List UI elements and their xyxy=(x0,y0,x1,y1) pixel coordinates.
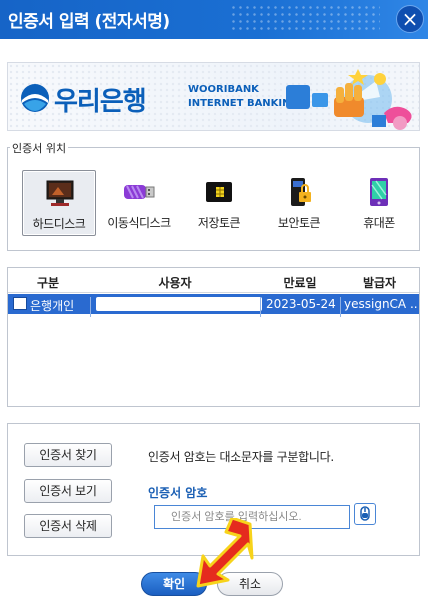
woori-logo-icon xyxy=(21,84,49,112)
title-bar: 인증서 입력 (전자서명) × xyxy=(0,0,428,39)
window-title: 인증서 입력 (전자서명) xyxy=(8,12,170,32)
media-label-hard-disk: 하드디스크 xyxy=(32,217,86,231)
media-mobile-phone[interactable]: 휴대폰 xyxy=(342,170,416,236)
usb-drive-icon xyxy=(124,185,155,199)
media-label-storage-token: 저장토큰 xyxy=(197,216,241,230)
token-chip-icon xyxy=(206,182,232,202)
col-header-type[interactable]: 구분 xyxy=(8,274,88,291)
pointer-arrow-icon xyxy=(196,518,254,588)
delete-cert-button[interactable]: 인증서 삭제 xyxy=(24,514,112,538)
media-label-removable-disk: 이동식디스크 xyxy=(107,216,171,230)
find-cert-button[interactable]: 인증서 찾기 xyxy=(24,443,112,467)
media-hard-disk[interactable]: 하드디스크 xyxy=(22,170,96,236)
media-security-token[interactable]: 보안토큰 xyxy=(262,170,336,236)
media-storage-token[interactable]: 저장토큰 xyxy=(182,170,256,236)
banner-illustration xyxy=(286,69,412,130)
cert-table-header: 구분 사용자 만료일 발급자 xyxy=(8,268,419,293)
media-removable-disk[interactable]: 이동식디스크 xyxy=(102,170,176,236)
media-label-mobile-phone: 휴대폰 xyxy=(363,216,395,230)
monitor-icon xyxy=(46,180,74,206)
mouse-icon xyxy=(360,506,370,521)
security-token-icon xyxy=(291,178,311,206)
column-divider xyxy=(90,297,91,317)
view-cert-button[interactable]: 인증서 보기 xyxy=(24,479,112,503)
virtual-keyboard-button[interactable] xyxy=(354,503,376,525)
bank-banner: 우리은행 WOORIBANK INTERNET BANKING xyxy=(7,62,420,131)
mobile-phone-icon xyxy=(370,178,388,206)
certificate-icon xyxy=(13,297,27,310)
col-header-expiry[interactable]: 만료일 xyxy=(260,274,340,291)
media-label-security-token: 보안토큰 xyxy=(277,216,321,230)
col-header-user[interactable]: 사용자 xyxy=(90,274,260,291)
cert-expiry: 2023-05-24 xyxy=(266,297,336,311)
title-bar-pattern xyxy=(230,4,380,34)
password-hint: 인증서 암호는 대소문자를 구분합니다. xyxy=(148,450,334,464)
bank-name: 우리은행 xyxy=(54,87,147,117)
cert-location-group: 인증서 위치 하드디스크 이동식디스크 저장토큰 보안토큰 휴대폰 xyxy=(7,140,420,251)
close-button[interactable]: × xyxy=(396,5,424,33)
media-list: 하드디스크 이동식디스크 저장토큰 보안토큰 휴대폰 xyxy=(18,170,413,240)
cert-type: 은행개인 xyxy=(30,299,75,313)
table-row[interactable]: 은행개인 2023-05-24 yessignCA ... xyxy=(8,294,419,317)
col-header-issuer[interactable]: 발급자 xyxy=(340,274,419,291)
password-label: 인증서 암호 xyxy=(148,486,208,500)
cert-issuer: yessignCA ... xyxy=(344,297,418,311)
cert-user-redacted xyxy=(96,297,262,311)
cert-table: 구분 사용자 만료일 발급자 은행개인 2023-05-24 yessignCA… xyxy=(7,267,420,407)
column-divider xyxy=(260,297,261,317)
column-divider xyxy=(340,297,341,317)
cert-location-legend: 인증서 위치 xyxy=(10,140,69,156)
